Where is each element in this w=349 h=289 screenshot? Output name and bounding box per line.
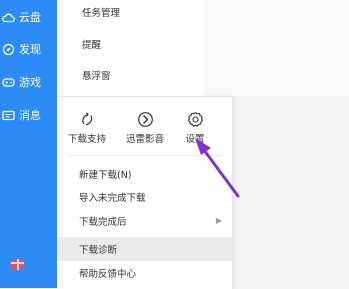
menu-item-after-download[interactable]: 下载完成后 ▶ — [57, 209, 232, 233]
settings-item-reminder[interactable]: 提醒 — [82, 37, 101, 51]
discover-icon — [2, 43, 15, 55]
gift-icon[interactable] — [11, 259, 24, 270]
download-support-button[interactable]: 下载支持 — [59, 111, 115, 145]
sidebar-item-label: 发现 — [19, 43, 41, 56]
settings-button[interactable]: 设置 — [167, 111, 223, 145]
player-icon — [137, 112, 153, 127]
sidebar-item-label: 消息 — [19, 109, 41, 122]
sidebar-item-discover[interactable]: 发现 — [0, 38, 57, 60]
settings-panel: 任务管理 提醒 悬浮窗 — [57, 0, 203, 96]
thunder-player-button[interactable]: 迅雷影音 — [117, 111, 173, 145]
menu-item-import-unfinished[interactable]: 导入未完成下载 — [57, 185, 232, 209]
content-area — [203, 0, 349, 96]
menu-item-new-download[interactable]: 新建下载(N) — [57, 162, 232, 186]
menu-divider — [67, 155, 222, 156]
menu-item-label: 下载诊断 — [79, 245, 118, 256]
gear-icon — [187, 111, 203, 127]
settings-label: 设置 — [185, 134, 205, 145]
message-icon — [2, 110, 15, 120]
sidebar-item-label: 云盘 — [19, 11, 41, 24]
sidebar: 云盘 发现 游戏 消息 — [0, 0, 57, 288]
cloud-icon — [2, 13, 15, 22]
main-menu: 下载支持 迅雷影音 设置 新建下载(N) 导入未完成下载 下载完成后 ▶ 下载诊… — [57, 96, 233, 289]
sidebar-item-message[interactable]: 消息 — [0, 104, 57, 126]
download-support-label: 下载支持 — [67, 134, 106, 145]
sidebar-item-game[interactable]: 游戏 — [0, 71, 57, 93]
thunder-player-label: 迅雷影音 — [125, 134, 164, 145]
menu-item-label: 导入未完成下载 — [79, 193, 146, 204]
menu-item-help-feedback[interactable]: 帮助反馈中心 — [57, 261, 232, 285]
sidebar-item-label: 游戏 — [19, 76, 41, 89]
menu-item-label: 下载完成后 — [79, 217, 127, 228]
menu-item-label: 帮助反馈中心 — [79, 269, 137, 280]
settings-item-floating-window[interactable]: 悬浮窗 — [82, 68, 111, 82]
menu-item-label: 新建下载(N) — [79, 170, 132, 181]
download-support-icon — [81, 112, 92, 126]
sidebar-item-cloud[interactable]: 云盘 — [0, 6, 57, 28]
submenu-arrow-icon: ▶ — [215, 216, 222, 225]
settings-item-task-manager[interactable]: 任务管理 — [82, 5, 120, 19]
gamepad-icon — [2, 77, 15, 87]
menu-item-download-diagnosis[interactable]: 下载诊断 — [57, 237, 232, 261]
